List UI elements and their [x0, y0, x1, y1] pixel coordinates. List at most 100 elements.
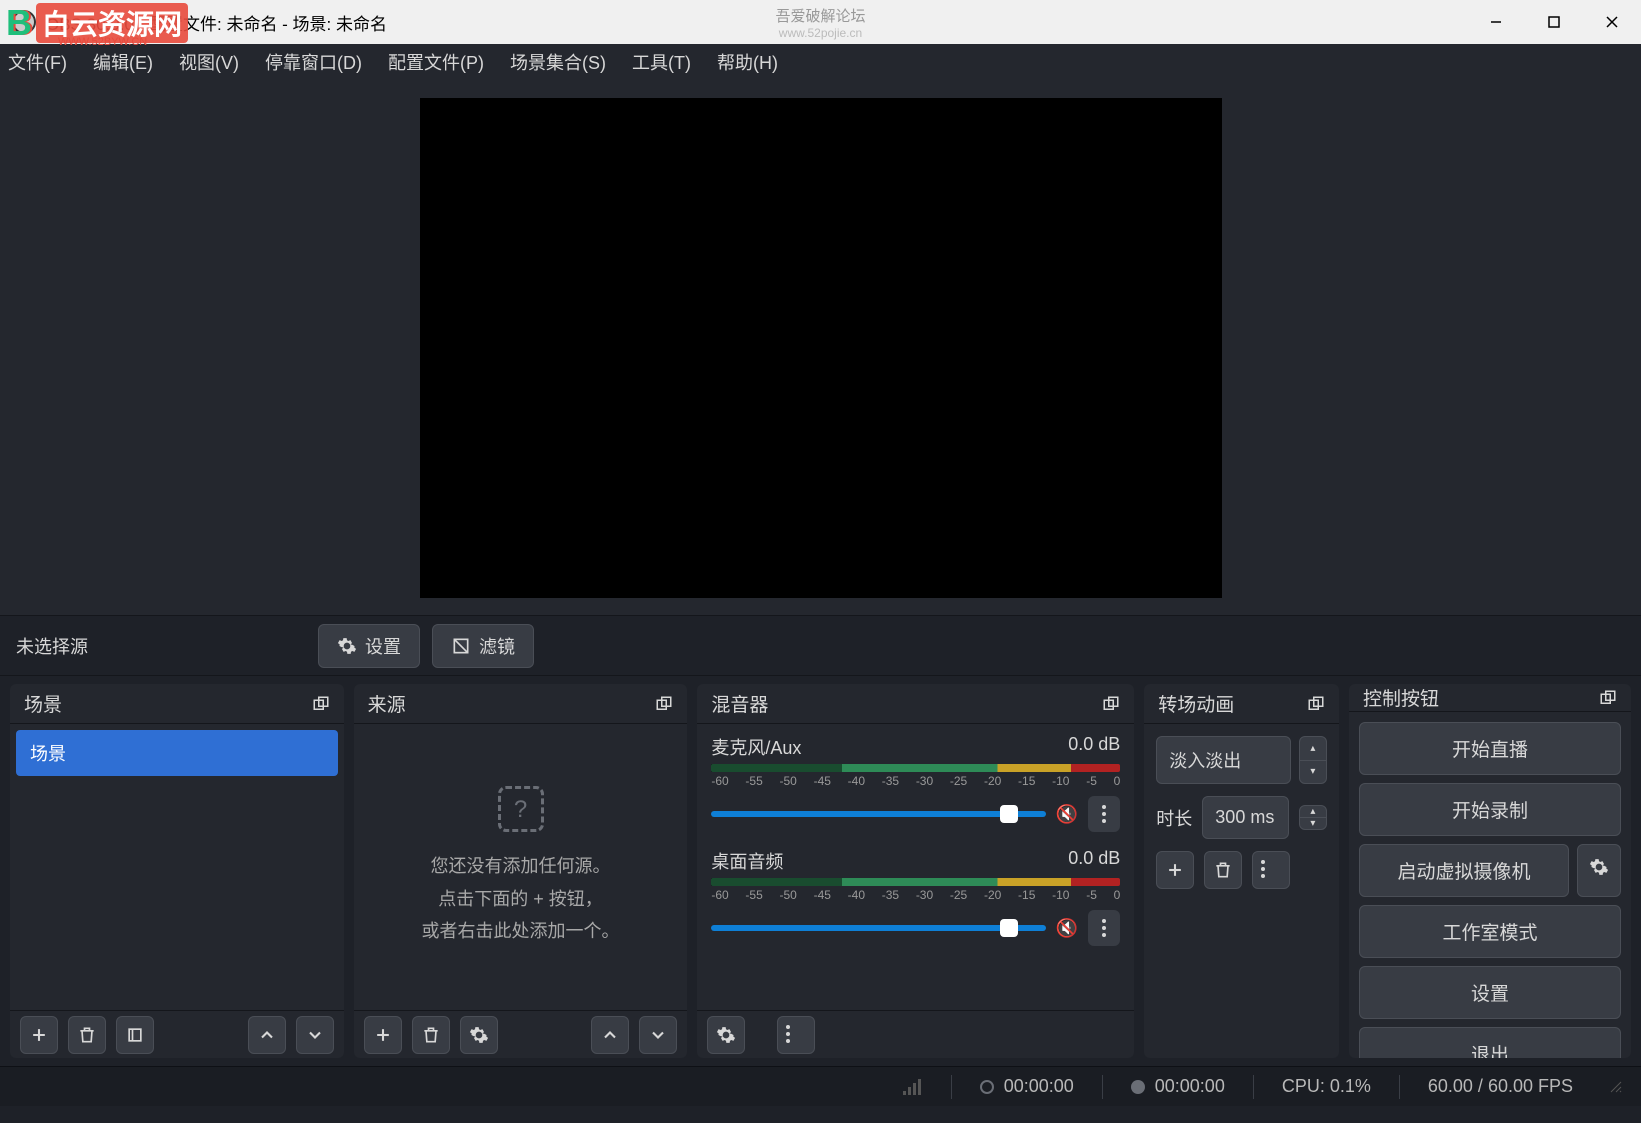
- popout-icon[interactable]: [1102, 695, 1120, 713]
- more-vertical-icon: [1261, 860, 1281, 880]
- transition-menu-button[interactable]: [1252, 851, 1290, 889]
- window-title: OBS 30.0.0 - 配置文件: 未命名 - 场景: 未命名: [46, 10, 1467, 35]
- transition-select[interactable]: 淡入淡出: [1156, 736, 1291, 784]
- source-up-button[interactable]: [591, 1016, 629, 1054]
- menu-profile[interactable]: 配置文件(P): [388, 49, 484, 75]
- statusbar: 00:00:00 00:00:00 CPU: 0.1% 60.00 / 60.0…: [0, 1066, 1641, 1106]
- plus-icon: [373, 1025, 393, 1045]
- volume-slider[interactable]: [711, 811, 1046, 817]
- settings-button[interactable]: 设置: [1359, 966, 1621, 1019]
- bars-icon: [903, 1079, 923, 1095]
- mixer-header: 混音器: [697, 684, 1134, 724]
- no-source-label: 未选择源: [16, 633, 306, 659]
- plus-icon: [1165, 860, 1185, 880]
- chevron-down-icon: [648, 1025, 668, 1045]
- chevron-down-icon: [305, 1025, 325, 1045]
- trash-icon: [77, 1025, 97, 1045]
- mute-icon[interactable]: 🔇: [1056, 804, 1078, 825]
- source-down-button[interactable]: [639, 1016, 677, 1054]
- gear-icon: [469, 1025, 489, 1045]
- plus-icon: [29, 1025, 49, 1045]
- popout-icon[interactable]: [655, 695, 673, 713]
- controls-header: 控制按钮: [1349, 684, 1631, 712]
- exit-button[interactable]: 退出: [1359, 1027, 1621, 1058]
- docks-row: 场景 场景 来源 ? 您还没有添加任何源。 点击下面的 + 按钮， 或者右击此处…: [0, 676, 1641, 1066]
- more-vertical-icon: [786, 1025, 806, 1045]
- maximize-button[interactable]: [1525, 0, 1583, 44]
- mixer-dock: 混音器 麦克风/Aux 0.0 dB -60-55-50-45-40-35-30…: [697, 684, 1134, 1058]
- scene-up-button[interactable]: [248, 1016, 286, 1054]
- menu-file[interactable]: 文件(F): [8, 49, 67, 75]
- resize-grip-icon[interactable]: [1609, 1080, 1623, 1094]
- mixer-channel-desktop: 桌面音频 0.0 dB -60-55-50-45-40-35-30-25-20-…: [697, 838, 1134, 952]
- add-source-button[interactable]: [364, 1016, 402, 1054]
- remove-transition-button[interactable]: [1204, 851, 1242, 889]
- add-transition-button[interactable]: [1156, 851, 1194, 889]
- minimize-button[interactable]: [1467, 0, 1525, 44]
- source-toolbar: 未选择源 设置 滤镜: [0, 616, 1641, 676]
- remove-scene-button[interactable]: [68, 1016, 106, 1054]
- meter-bar: [711, 878, 1120, 886]
- menu-view[interactable]: 视图(V): [179, 49, 239, 75]
- mixer-settings-button[interactable]: [707, 1016, 745, 1054]
- menu-dock[interactable]: 停靠窗口(D): [265, 49, 362, 75]
- scene-item[interactable]: 场景: [16, 730, 338, 776]
- duration-spinner[interactable]: ▴▾: [1299, 805, 1327, 830]
- menu-tools[interactable]: 工具(T): [632, 49, 691, 75]
- popout-icon[interactable]: [312, 695, 330, 713]
- mute-icon[interactable]: 🔇: [1056, 918, 1078, 939]
- start-virtualcam-button[interactable]: 启动虚拟摄像机: [1359, 844, 1569, 897]
- popout-icon[interactable]: [1307, 695, 1325, 713]
- remove-source-button[interactable]: [412, 1016, 450, 1054]
- chevron-up-icon: [257, 1025, 277, 1045]
- controls-dock: 控制按钮 开始直播 开始录制 启动虚拟摄像机 工作室模式 设置 退出: [1349, 684, 1631, 1058]
- stream-time: 00:00:00: [980, 1076, 1074, 1097]
- scene-down-button[interactable]: [296, 1016, 334, 1054]
- source-properties-button[interactable]: [460, 1016, 498, 1054]
- channel-name: 桌面音频: [711, 848, 783, 874]
- transition-spinner[interactable]: ▴▾: [1299, 736, 1327, 784]
- chevron-down-icon: ▾: [1300, 761, 1326, 784]
- titlebar: OBS 30.0.0 - 配置文件: 未命名 - 场景: 未命名 吾爱破解论坛 …: [0, 0, 1641, 44]
- source-filters-button[interactable]: 滤镜: [432, 624, 534, 668]
- mixer-channel-mic: 麦克风/Aux 0.0 dB -60-55-50-45-40-35-30-25-…: [697, 724, 1134, 838]
- volume-slider[interactable]: [711, 925, 1046, 931]
- virtualcam-settings-button[interactable]: [1577, 844, 1621, 897]
- gear-icon: [337, 636, 357, 656]
- channel-menu-button[interactable]: [1088, 796, 1120, 832]
- channel-name: 麦克风/Aux: [711, 734, 801, 760]
- filters-icon: [451, 636, 471, 656]
- close-button[interactable]: [1583, 0, 1641, 44]
- scenes-dock: 场景 场景: [10, 684, 344, 1058]
- channel-menu-button[interactable]: [1088, 910, 1120, 946]
- chevron-up-icon: [600, 1025, 620, 1045]
- chevron-up-icon: ▴: [1300, 737, 1326, 761]
- rect-icon: [125, 1025, 145, 1045]
- network-indicator: [903, 1079, 923, 1095]
- popout-icon[interactable]: [1599, 689, 1617, 707]
- duration-input[interactable]: 300 ms: [1202, 796, 1289, 839]
- live-dot-icon: [980, 1080, 994, 1094]
- chevron-down-icon: ▾: [1300, 818, 1326, 829]
- menu-edit[interactable]: 编辑(E): [93, 49, 153, 75]
- add-scene-button[interactable]: [20, 1016, 58, 1054]
- mixer-menu-button[interactable]: [777, 1016, 815, 1054]
- chevron-up-icon: ▴: [1300, 806, 1326, 818]
- sources-header: 来源: [354, 684, 688, 724]
- sources-empty-state[interactable]: ? 您还没有添加任何源。 点击下面的 + 按钮， 或者右击此处添加一个。: [354, 724, 688, 1010]
- fps-counter: 60.00 / 60.00 FPS: [1428, 1076, 1573, 1097]
- channel-level: 0.0 dB: [1068, 734, 1120, 760]
- scene-filter-button[interactable]: [116, 1016, 154, 1054]
- record-time: 00:00:00: [1131, 1076, 1225, 1097]
- preview-canvas[interactable]: [420, 98, 1222, 598]
- menu-scene-collection[interactable]: 场景集合(S): [510, 49, 606, 75]
- gear-icon: [716, 1025, 736, 1045]
- menu-help[interactable]: 帮助(H): [717, 49, 778, 75]
- start-recording-button[interactable]: 开始录制: [1359, 783, 1621, 836]
- channel-level: 0.0 dB: [1068, 848, 1120, 874]
- cpu-usage: CPU: 0.1%: [1282, 1076, 1371, 1097]
- studio-mode-button[interactable]: 工作室模式: [1359, 905, 1621, 958]
- start-streaming-button[interactable]: 开始直播: [1359, 722, 1621, 775]
- menubar: 文件(F) 编辑(E) 视图(V) 停靠窗口(D) 配置文件(P) 场景集合(S…: [0, 44, 1641, 80]
- source-settings-button[interactable]: 设置: [318, 624, 420, 668]
